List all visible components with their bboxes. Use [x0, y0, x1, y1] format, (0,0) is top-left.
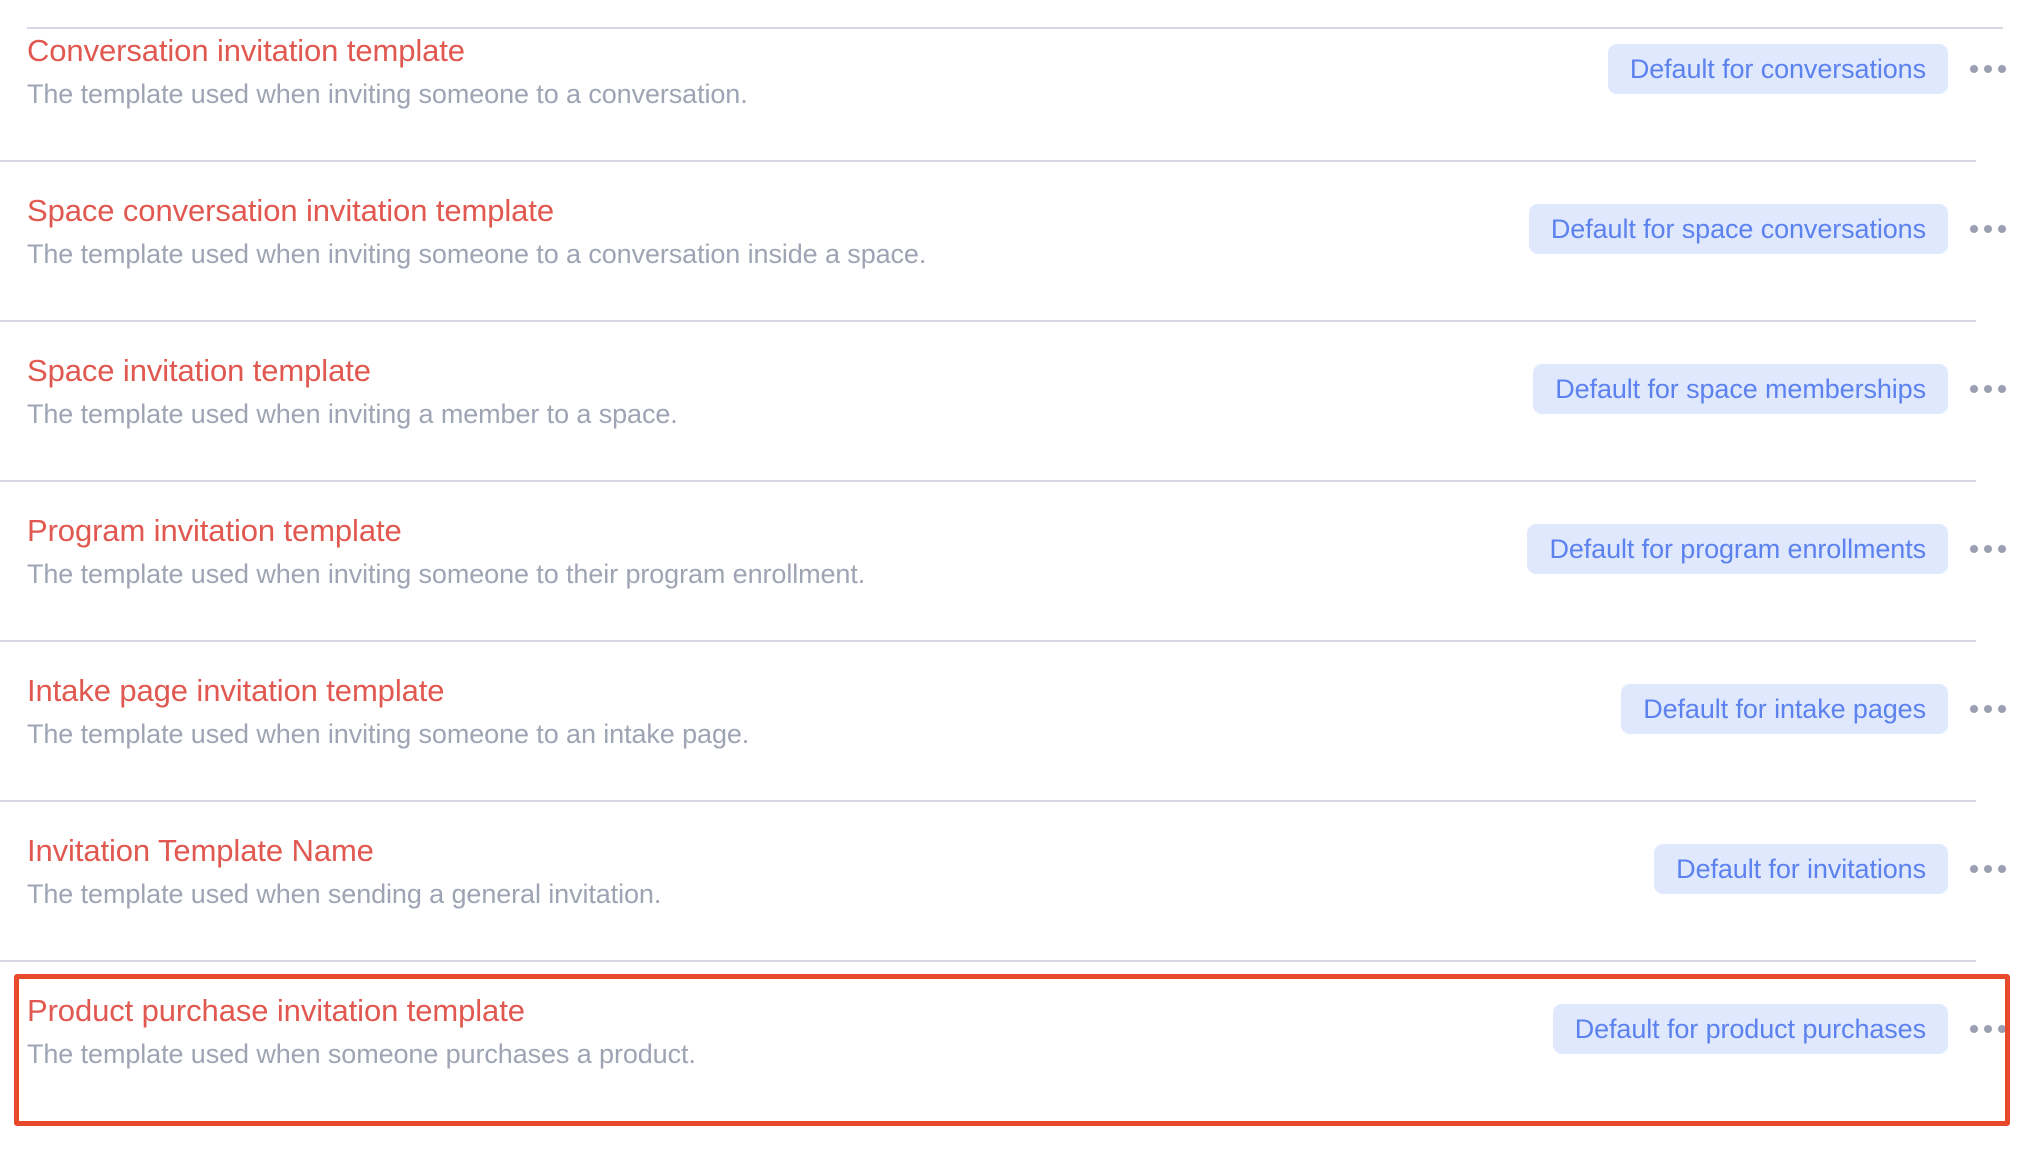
invitation-templates-list: Conversation invitation template The temp… — [0, 0, 2030, 1120]
ellipsis-dot — [1998, 705, 2006, 713]
template-description: The template used when inviting someone … — [27, 79, 748, 109]
template-title[interactable]: Product purchase invitation template — [27, 991, 1553, 1031]
ellipsis-dot — [1998, 1025, 2006, 1033]
template-row-actions: Default for intake pages — [1621, 640, 2010, 734]
ellipsis-dot — [1970, 225, 1978, 233]
template-row-actions: Default for invitations — [1654, 800, 2010, 894]
template-row[interactable]: Invitation Template Name The template use… — [0, 800, 2030, 960]
template-row-text: Program invitation template The template … — [27, 480, 1527, 591]
ellipsis-icon[interactable] — [1966, 689, 2010, 729]
ellipsis-dot — [1970, 865, 1978, 873]
template-row-text: Product purchase invitation template The … — [27, 960, 1553, 1071]
template-row[interactable]: Program invitation template The template … — [0, 480, 2030, 640]
template-title[interactable]: Program invitation template — [27, 511, 1527, 551]
template-description: The template used when inviting a member… — [27, 399, 678, 429]
default-badge: Default for program enrollments — [1527, 524, 1948, 574]
ellipsis-dot — [1984, 1025, 1992, 1033]
ellipsis-icon[interactable] — [1966, 209, 2010, 249]
default-badge: Default for space memberships — [1533, 364, 1948, 414]
template-row-actions: Default for conversations — [1607, 0, 2010, 94]
ellipsis-dot — [1970, 385, 1978, 393]
invitation-templates-page: Conversation invitation template The temp… — [0, 0, 2030, 1176]
ellipsis-dot — [1984, 385, 1992, 393]
ellipsis-dot — [1998, 65, 2006, 73]
ellipsis-dot — [1970, 705, 1978, 713]
ellipsis-dot — [1984, 865, 1992, 873]
ellipsis-dot — [1970, 65, 1978, 73]
template-row-actions: Default for space memberships — [1533, 320, 2010, 414]
template-row-text: Intake page invitation template The templ… — [27, 640, 1621, 751]
template-row-text: Invitation Template Name The template use… — [27, 800, 1654, 911]
template-row[interactable]: Space invitation template The template us… — [0, 320, 2030, 480]
template-row-actions: Default for product purchases — [1552, 960, 2010, 1054]
template-title[interactable]: Space invitation template — [27, 351, 1533, 391]
template-row[interactable]: Intake page invitation template The templ… — [0, 640, 2030, 800]
ellipsis-icon[interactable] — [1966, 369, 2010, 409]
default-badge: Default for product purchases — [1552, 1004, 1948, 1054]
template-row[interactable]: Conversation invitation template The temp… — [0, 0, 2030, 160]
default-badge: Default for invitations — [1654, 844, 1948, 894]
ellipsis-icon[interactable] — [1966, 49, 2010, 89]
template-description: The template used when sending a general… — [27, 879, 662, 909]
template-row-text: Space conversation invitation template Th… — [27, 160, 1529, 271]
ellipsis-dot — [1998, 865, 2006, 873]
template-row[interactable]: Space conversation invitation template Th… — [0, 160, 2030, 320]
template-row-actions: Default for space conversations — [1528, 160, 2010, 254]
ellipsis-icon[interactable] — [1966, 1009, 2010, 1049]
ellipsis-dot — [1998, 385, 2006, 393]
template-description: The template used when inviting someone … — [27, 719, 750, 749]
template-row-text: Conversation invitation template The temp… — [27, 0, 1608, 111]
ellipsis-icon[interactable] — [1966, 849, 2010, 889]
default-badge: Default for intake pages — [1621, 684, 1948, 734]
template-row[interactable]: Product purchase invitation template The … — [0, 960, 2030, 1120]
template-row-text: Space invitation template The template us… — [27, 320, 1533, 431]
template-title[interactable]: Intake page invitation template — [27, 671, 1621, 711]
ellipsis-dot — [1998, 225, 2006, 233]
default-badge: Default for space conversations — [1528, 204, 1948, 254]
template-description: The template used when inviting someone … — [27, 239, 927, 269]
template-description: The template used when someone purchases… — [27, 1039, 696, 1069]
ellipsis-dot — [1998, 545, 2006, 553]
ellipsis-dot — [1984, 705, 1992, 713]
template-row-actions: Default for program enrollments — [1527, 480, 2010, 574]
ellipsis-dot — [1984, 545, 1992, 553]
ellipsis-dot — [1970, 545, 1978, 553]
template-title[interactable]: Conversation invitation template — [27, 31, 1608, 71]
template-title[interactable]: Space conversation invitation template — [27, 191, 1529, 231]
ellipsis-dot — [1970, 1025, 1978, 1033]
ellipsis-icon[interactable] — [1966, 529, 2010, 569]
ellipsis-dot — [1984, 65, 1992, 73]
ellipsis-dot — [1984, 225, 1992, 233]
template-title[interactable]: Invitation Template Name — [27, 831, 1654, 871]
template-description: The template used when inviting someone … — [27, 559, 866, 589]
default-badge: Default for conversations — [1607, 44, 1948, 94]
